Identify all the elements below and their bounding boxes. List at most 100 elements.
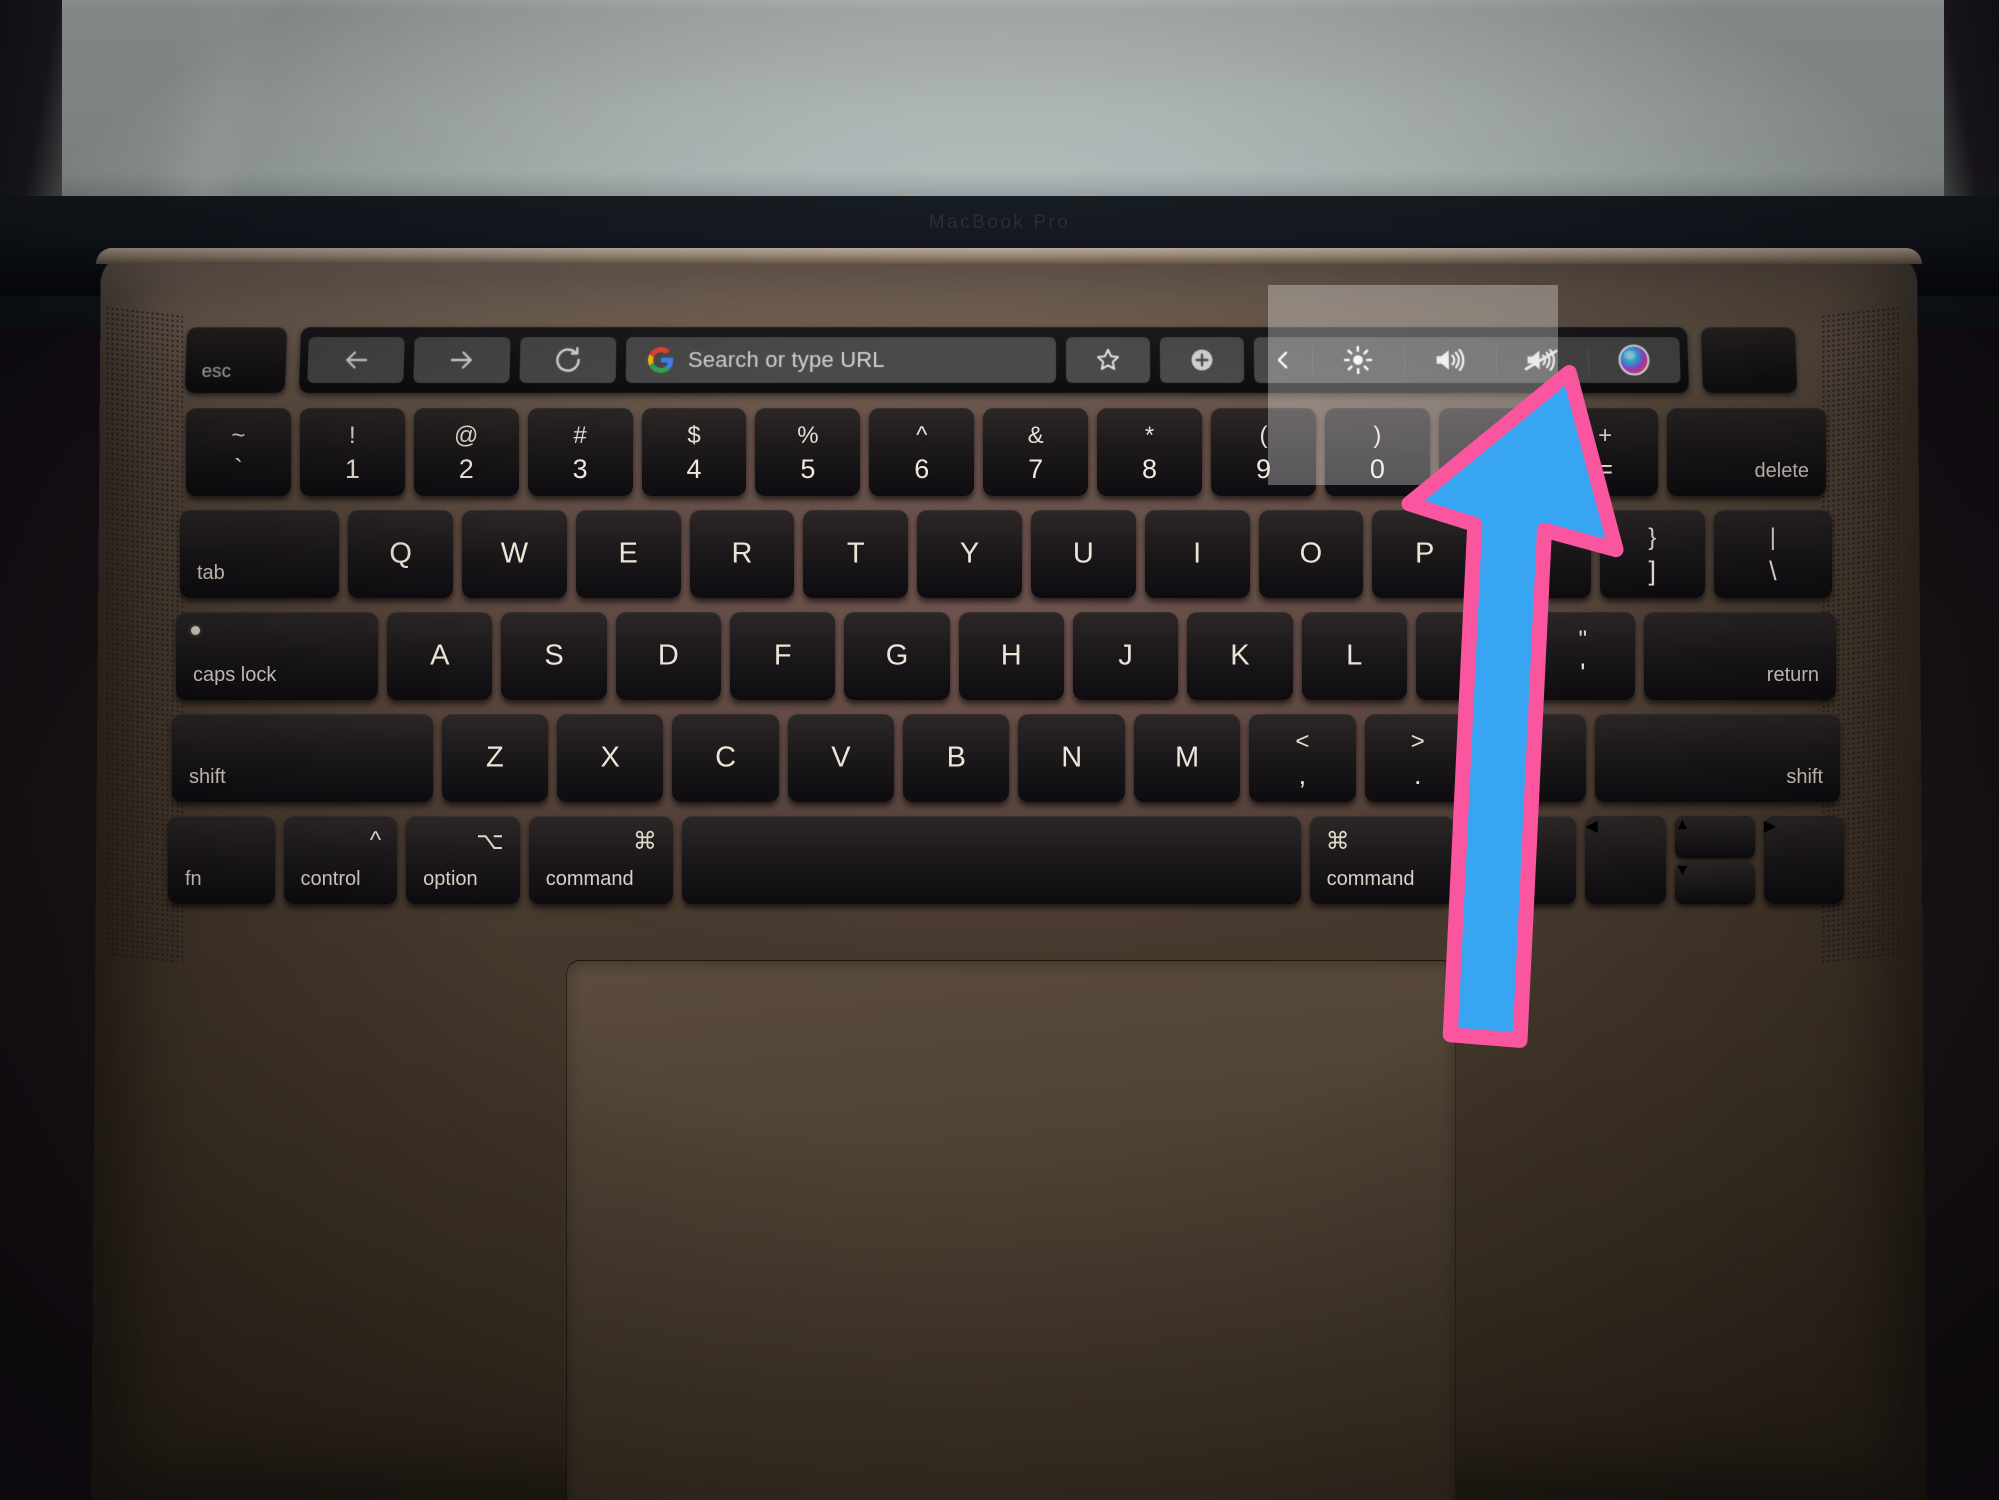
key-1[interactable]: ! 1	[299, 408, 405, 496]
key-0[interactable]: ) 0	[1324, 408, 1430, 496]
brightness-button[interactable]	[1312, 337, 1405, 383]
key-2[interactable]: @ 2	[413, 408, 519, 496]
key-bracket-left[interactable]: { [	[1486, 510, 1591, 598]
new-tab-button[interactable]	[1159, 337, 1245, 383]
key-a[interactable]: A	[387, 612, 493, 700]
key-3[interactable]: # 3	[527, 408, 633, 496]
key-arrow-left[interactable]: ◀	[1585, 816, 1666, 904]
reload-button[interactable]	[519, 337, 617, 383]
key-9[interactable]: ( 9	[1211, 408, 1316, 496]
omnibox-placeholder: Search or type URL	[687, 347, 885, 372]
keyboard-area: esc Search or type URL ~ ` ! 1 @ 2 # 3 $…	[168, 300, 1845, 960]
key-s[interactable]: S	[501, 612, 607, 700]
key-shift-right[interactable]: shift	[1595, 714, 1841, 802]
key-slash[interactable]: ? /	[1479, 714, 1587, 802]
key-7[interactable]: & 7	[983, 408, 1089, 496]
omnibox-search-field[interactable]: Search or type URL	[625, 337, 1057, 383]
key-i[interactable]: I	[1144, 510, 1250, 598]
key-control[interactable]: ^ control	[283, 816, 398, 904]
key-j[interactable]: J	[1072, 612, 1179, 700]
key-letter: P	[1415, 537, 1435, 570]
google-logo-icon	[648, 347, 674, 373]
key-space[interactable]	[681, 816, 1301, 904]
key-e[interactable]: E	[575, 510, 681, 598]
key-d[interactable]: D	[615, 612, 722, 700]
key-esc[interactable]: esc	[184, 327, 288, 393]
key-equals[interactable]: + =	[1552, 408, 1658, 496]
arrow-left-icon: ◀	[1585, 818, 1598, 835]
key-p[interactable]: P	[1372, 510, 1478, 598]
key-backslash[interactable]: | \	[1713, 510, 1833, 598]
key-c[interactable]: C	[672, 714, 779, 802]
key-quote[interactable]: " '	[1530, 612, 1636, 700]
key-semicolon[interactable]: : ;	[1415, 612, 1522, 700]
key-g[interactable]: G	[844, 612, 950, 700]
key-q[interactable]: Q	[348, 510, 454, 598]
key-minus[interactable]: — -	[1438, 408, 1544, 496]
key-tilde[interactable]: ~ `	[186, 408, 291, 496]
key-w[interactable]: W	[462, 510, 567, 598]
key-arrow-right[interactable]: ▶	[1763, 816, 1845, 904]
bookmark-button[interactable]	[1065, 337, 1151, 383]
key-bracket-right[interactable]: } ]	[1599, 510, 1705, 598]
key-m[interactable]: M	[1133, 714, 1241, 802]
trackpad[interactable]	[566, 960, 1456, 1500]
key-delete[interactable]: delete	[1666, 408, 1827, 496]
back-button[interactable]	[307, 337, 405, 383]
key-k[interactable]: K	[1187, 612, 1293, 700]
key-return[interactable]: return	[1644, 612, 1837, 700]
key-glyph-top: #	[573, 422, 587, 449]
key-r[interactable]: R	[689, 510, 795, 598]
key-z[interactable]: Z	[441, 714, 548, 802]
key-option-right-label: option	[1479, 868, 1535, 890]
key-option-left[interactable]: ⌥ option	[406, 816, 520, 904]
key-command-right[interactable]: ⌘ command	[1309, 816, 1454, 904]
volume-up-button[interactable]	[1404, 337, 1497, 383]
key-b[interactable]: B	[903, 714, 1010, 802]
key-comma[interactable]: < ,	[1249, 714, 1356, 802]
deck-top-rim	[96, 248, 1922, 264]
key-o[interactable]: O	[1258, 510, 1364, 598]
key-glyph-top: ?	[1526, 728, 1540, 755]
key-glyph-top: !	[348, 422, 356, 449]
forward-button[interactable]	[413, 337, 511, 383]
key-glyph-bottom: 3	[572, 454, 588, 484]
key-arrow-down[interactable]: ▼	[1674, 862, 1755, 904]
key-l[interactable]: L	[1301, 612, 1407, 700]
expand-control-strip-button[interactable]	[1254, 337, 1313, 383]
key-8[interactable]: * 8	[1097, 408, 1203, 496]
key-glyph-top: %	[797, 422, 819, 449]
key-command-left[interactable]: ⌘ command	[528, 816, 673, 904]
key-f[interactable]: F	[730, 612, 836, 700]
touch-id-power-button[interactable]	[1700, 327, 1798, 393]
key-period[interactable]: > .	[1364, 714, 1471, 802]
key-u[interactable]: U	[1030, 510, 1136, 598]
key-h[interactable]: H	[958, 612, 1064, 700]
key-arrow-up[interactable]: ▲	[1674, 816, 1755, 858]
key-letter: Z	[485, 741, 504, 774]
key-caps-lock[interactable]: caps lock	[176, 612, 379, 700]
key-shift-left[interactable]: shift	[172, 714, 433, 802]
macbook-pro-branding: MacBook Pro	[928, 212, 1071, 233]
key-n[interactable]: N	[1018, 714, 1125, 802]
key-esc-label: esc	[201, 360, 232, 382]
key-t[interactable]: T	[803, 510, 909, 598]
key-letter: D	[657, 639, 679, 672]
key-glyph-top: }	[1648, 524, 1657, 551]
key-4[interactable]: $ 4	[641, 408, 747, 496]
key-tab[interactable]: tab	[180, 510, 340, 598]
key-fn[interactable]: fn	[168, 816, 275, 904]
touch-bar[interactable]: Search or type URL	[298, 327, 1690, 393]
key-glyph-top: |	[1769, 524, 1776, 551]
mute-button[interactable]	[1495, 337, 1588, 383]
key-v[interactable]: V	[787, 714, 895, 802]
key-glyph-top: &	[1027, 422, 1044, 449]
key-x[interactable]: X	[556, 714, 664, 802]
key-5[interactable]: % 5	[755, 408, 861, 496]
key-option-right[interactable]: option	[1462, 816, 1577, 904]
key-6[interactable]: ^ 6	[869, 408, 975, 496]
key-y[interactable]: Y	[917, 510, 1022, 598]
key-letter: N	[1061, 741, 1083, 774]
control-strip[interactable]	[1253, 337, 1681, 383]
siri-button[interactable]	[1587, 337, 1680, 383]
